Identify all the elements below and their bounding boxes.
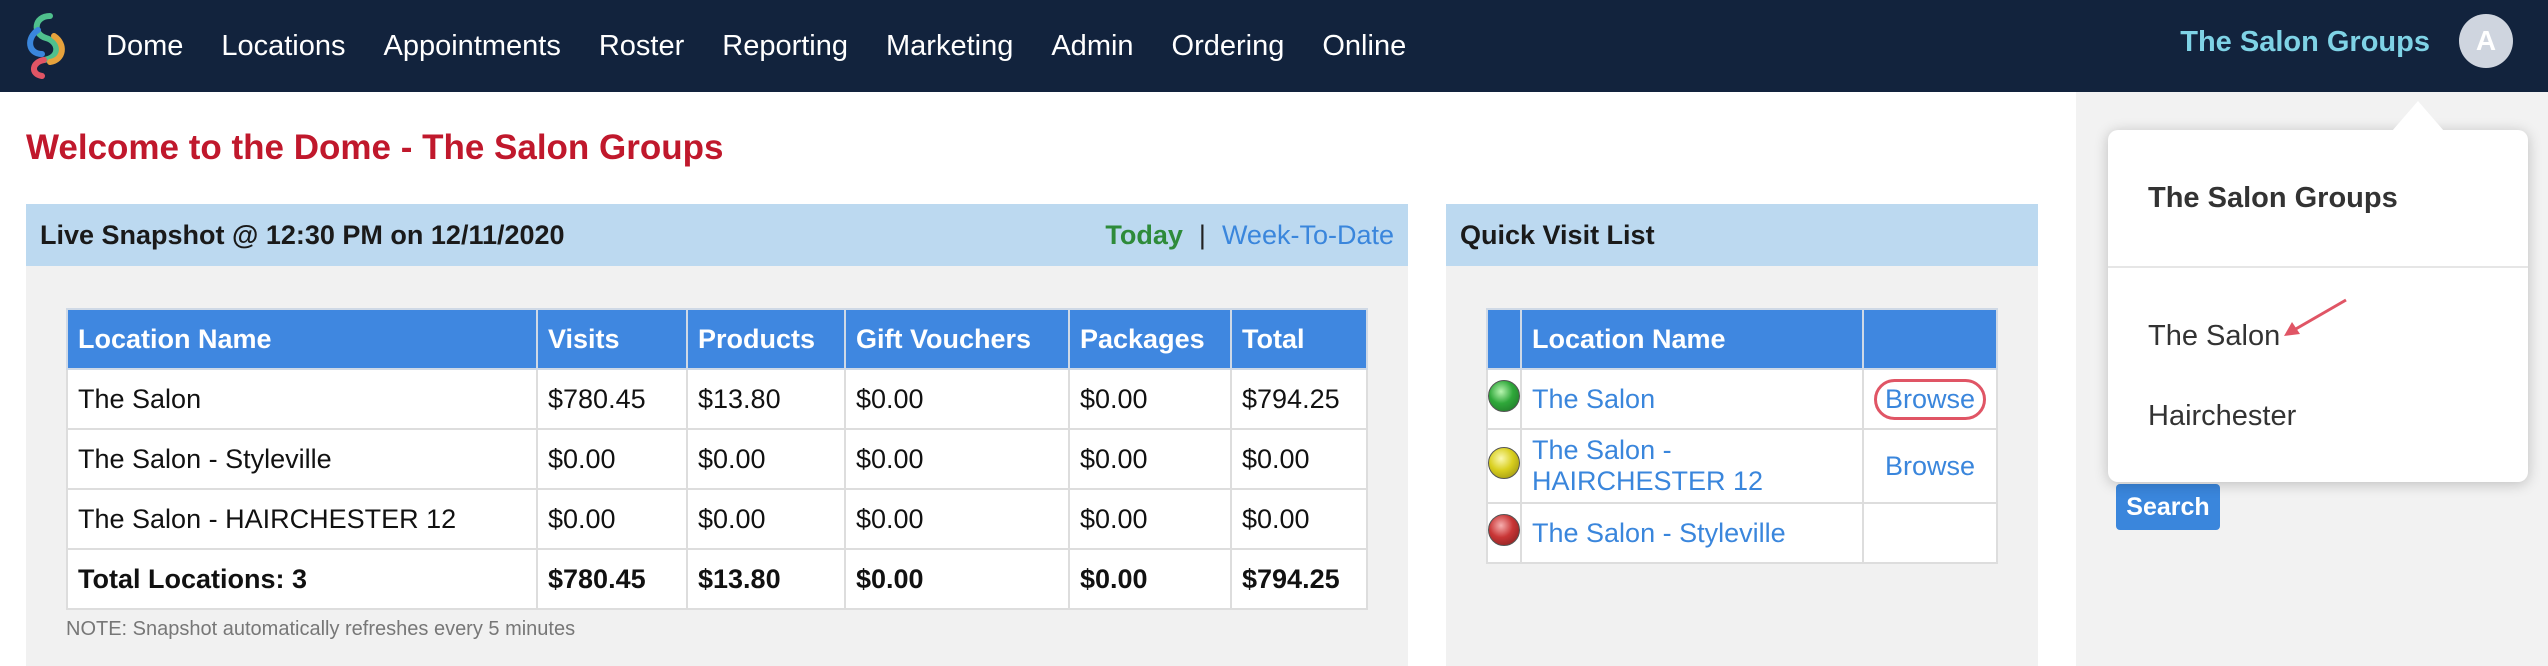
cell-total-packages: $0.00 (1068, 548, 1232, 610)
cell-total-visits: $780.45 (536, 548, 688, 610)
location-cell: The Salon - Styleville (1520, 502, 1864, 564)
location-cell: The Salon - HAIRCHESTER 12 (1520, 428, 1864, 504)
col-browse (1861, 308, 1999, 370)
live-snapshot-panel: Live Snapshot @ 12:30 PM on 12/11/2020 T… (26, 204, 1408, 666)
cell-total-locations: Total Locations: 3 (66, 548, 538, 610)
browse-button[interactable]: Browse (1885, 451, 1975, 481)
page-title: Welcome to the Dome - The Salon Groups (26, 128, 724, 167)
nav-marketing[interactable]: Marketing (886, 30, 1013, 63)
cell-grand-total: $794.25 (1230, 548, 1368, 610)
cell-location: The Salon (66, 368, 538, 430)
location-link-the-salon[interactable]: The Salon (1532, 384, 1655, 414)
cell-gift-vouchers: $0.00 (844, 428, 1070, 490)
top-navbar: Dome Locations Appointments Roster Repor… (0, 0, 2548, 92)
dropdown-divider (2108, 266, 2528, 268)
cell-gift-vouchers: $0.00 (844, 488, 1070, 550)
nav-ordering[interactable]: Ordering (1172, 30, 1285, 63)
quick-visit-panel: Quick Visit List Location Name The Salon… (1446, 204, 2038, 666)
location-cell: The Salon (1520, 368, 1864, 430)
browse-cell: Browse (1861, 368, 1999, 430)
location-link-styleville[interactable]: The Salon - Styleville (1532, 518, 1786, 548)
dropdown-item-the-salon[interactable]: The Salon (2148, 320, 2280, 353)
col-products: Products (686, 308, 846, 370)
period-separator: | (1198, 219, 1206, 250)
nav-roster[interactable]: Roster (599, 30, 684, 63)
status-red-icon (1488, 513, 1520, 546)
dropdown-item-hairchester[interactable]: Hairchester (2148, 400, 2296, 433)
cell-total: $794.25 (1230, 368, 1368, 430)
cell-visits: $780.45 (536, 368, 688, 430)
nav-locations[interactable]: Locations (221, 30, 345, 63)
browse-button[interactable]: Browse (1873, 378, 1986, 420)
cell-location: The Salon - HAIRCHESTER 12 (66, 488, 538, 550)
annotation-arrow-icon (2284, 298, 2347, 336)
cell-total-products: $13.80 (686, 548, 846, 610)
cell-total-gift-vouchers: $0.00 (844, 548, 1070, 610)
nav-online[interactable]: Online (1322, 30, 1406, 63)
nav-reporting[interactable]: Reporting (722, 30, 848, 63)
col-visits: Visits (536, 308, 688, 370)
status-cell (1486, 428, 1522, 504)
table-row: The Salon - HAIRCHESTER 12 $0.00 $0.00 $… (66, 488, 1368, 550)
org-switcher[interactable]: The Salon Groups (2180, 0, 2430, 84)
user-avatar[interactable]: A (2459, 14, 2513, 68)
cell-location: The Salon - Styleville (66, 428, 538, 490)
main-menu: Dome Locations Appointments Roster Repor… (106, 0, 1444, 92)
dropdown-header[interactable]: The Salon Groups (2148, 182, 2398, 215)
browse-cell-empty (1861, 502, 1999, 564)
quick-visit-title: Quick Visit List (1460, 219, 1655, 250)
today-link[interactable]: Today (1105, 220, 1183, 251)
status-yellow-icon (1488, 446, 1520, 479)
cell-gift-vouchers: $0.00 (844, 368, 1070, 430)
cell-packages: $0.00 (1068, 368, 1232, 430)
cell-products: $0.00 (686, 428, 846, 490)
app-logo-icon[interactable] (20, 10, 72, 80)
status-green-icon (1488, 379, 1520, 412)
refresh-note: NOTE: Snapshot automatically refreshes e… (66, 618, 576, 640)
table-row: The Salon - Styleville $0.00 $0.00 $0.00… (66, 428, 1368, 490)
cell-total: $0.00 (1230, 488, 1368, 550)
col-location-name: Location Name (66, 308, 538, 370)
browse-cell: Browse (1861, 428, 1999, 504)
cell-packages: $0.00 (1068, 488, 1232, 550)
period-toggle: Today | Week-To-Date (1105, 220, 1394, 251)
total-row: Total Locations: 3 $780.45 $13.80 $0.00 … (66, 548, 1368, 610)
nav-appointments[interactable]: Appointments (384, 30, 561, 63)
cell-products: $13.80 (686, 368, 846, 430)
snapshot-title: Live Snapshot @ 12:30 PM on 12/11/2020 (40, 219, 565, 250)
list-item: The Salon - Styleville (1486, 502, 1999, 564)
status-cell (1486, 502, 1522, 564)
nav-dome[interactable]: Dome (106, 30, 183, 63)
nav-admin[interactable]: Admin (1051, 30, 1133, 63)
quick-visit-table: Location Name The Salon Browse The Salon… (1486, 308, 1999, 564)
snapshot-table: Location Name Visits Products Gift Vouch… (66, 308, 1368, 610)
week-to-date-link[interactable]: Week-To-Date (1222, 220, 1394, 251)
col-status (1486, 308, 1522, 370)
table-row: The Salon $780.45 $13.80 $0.00 $0.00 $79… (66, 368, 1368, 430)
col-location-name: Location Name (1520, 308, 1864, 370)
table-header-row: Location Name (1486, 308, 1999, 370)
cell-packages: $0.00 (1068, 428, 1232, 490)
quick-visit-header: Quick Visit List (1446, 204, 2038, 266)
list-item: The Salon - HAIRCHESTER 12 Browse (1486, 428, 1999, 504)
cell-visits: $0.00 (536, 428, 688, 490)
status-cell (1486, 368, 1522, 430)
col-gift-vouchers: Gift Vouchers (844, 308, 1070, 370)
cell-total: $0.00 (1230, 428, 1368, 490)
col-packages: Packages (1068, 308, 1232, 370)
cell-visits: $0.00 (536, 488, 688, 550)
list-item: The Salon Browse (1486, 368, 1999, 430)
table-header-row: Location Name Visits Products Gift Vouch… (66, 308, 1368, 370)
snapshot-header: Live Snapshot @ 12:30 PM on 12/11/2020 T… (26, 204, 1408, 266)
dropdown-caret (2392, 101, 2444, 131)
location-link-hairchester[interactable]: The Salon - HAIRCHESTER 12 (1532, 435, 1763, 496)
search-button[interactable]: Search (2116, 484, 2220, 530)
col-total: Total (1230, 308, 1368, 370)
cell-products: $0.00 (686, 488, 846, 550)
